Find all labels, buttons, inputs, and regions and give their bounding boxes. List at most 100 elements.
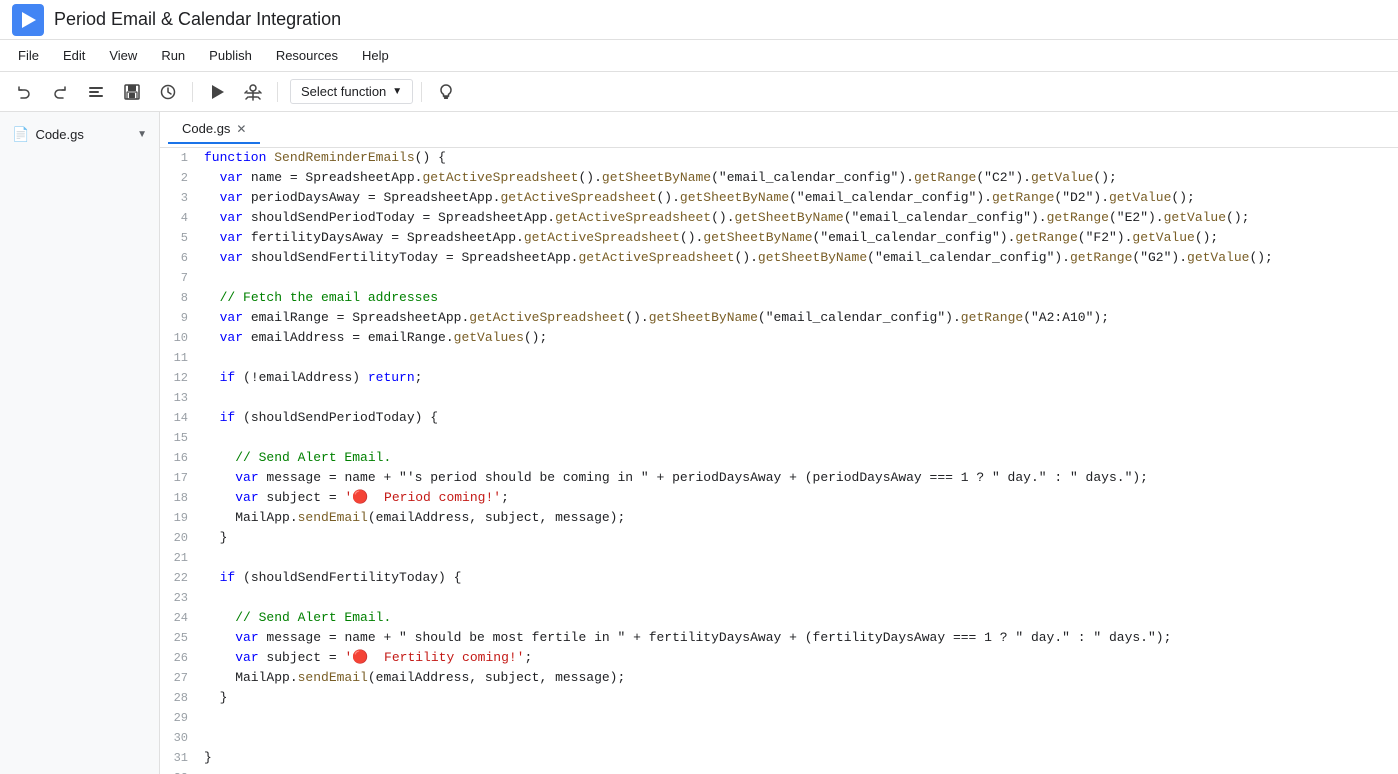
toolbar-separator-1 (192, 82, 193, 102)
line-content (200, 768, 1398, 774)
dropdown-arrow-icon: ▼ (392, 86, 402, 97)
line-number: 12 (160, 368, 200, 388)
code-editor[interactable]: 1function SendReminderEmails() {2 var na… (160, 148, 1398, 774)
line-number: 15 (160, 428, 200, 448)
tab-code-gs[interactable]: Code.gs ✕ (168, 115, 260, 144)
line-number: 19 (160, 508, 200, 528)
line-number: 26 (160, 648, 200, 668)
table-row: 18 var subject = '🔴 Period coming!'; (160, 488, 1398, 508)
toolbar-separator-3 (421, 82, 422, 102)
line-content (200, 428, 1398, 448)
redo-button[interactable] (44, 76, 76, 108)
toolbar: Select function ▼ (0, 72, 1398, 112)
line-content: var shouldSendPeriodToday = SpreadsheetA… (200, 208, 1398, 228)
undo-button[interactable] (8, 76, 40, 108)
sidebar-file-name: Code.gs (35, 127, 83, 142)
line-number: 31 (160, 748, 200, 768)
line-number: 21 (160, 548, 200, 568)
line-number: 25 (160, 628, 200, 648)
line-number: 20 (160, 528, 200, 548)
line-number: 1 (160, 148, 200, 168)
table-row: 22 if (shouldSendFertilityToday) { (160, 568, 1398, 588)
sidebar-item-code-gs[interactable]: 📄 Code.gs ▼ (0, 120, 159, 149)
menu-help[interactable]: Help (352, 44, 399, 67)
table-row: 9 var emailRange = SpreadsheetApp.getAct… (160, 308, 1398, 328)
line-content: var shouldSendFertilityToday = Spreadshe… (200, 248, 1398, 268)
line-content: var emailRange = SpreadsheetApp.getActiv… (200, 308, 1398, 328)
bulb-button[interactable] (430, 76, 462, 108)
line-number: 23 (160, 588, 200, 608)
table-row: 14 if (shouldSendPeriodToday) { (160, 408, 1398, 428)
line-content: // Fetch the email addresses (200, 288, 1398, 308)
table-row: 28 } (160, 688, 1398, 708)
line-content: if (shouldSendPeriodToday) { (200, 408, 1398, 428)
table-row: 29 (160, 708, 1398, 728)
line-number: 5 (160, 228, 200, 248)
line-content: } (200, 688, 1398, 708)
table-row: 20 } (160, 528, 1398, 548)
table-row: 11 (160, 348, 1398, 368)
select-function-label: Select function (301, 84, 386, 99)
menu-view[interactable]: View (99, 44, 147, 67)
line-content (200, 728, 1398, 748)
line-content: } (200, 748, 1398, 768)
line-content: var subject = '🔴 Fertility coming!'; (200, 648, 1398, 668)
table-row: 19 MailApp.sendEmail(emailAddress, subje… (160, 508, 1398, 528)
line-number: 24 (160, 608, 200, 628)
debug-button[interactable] (237, 76, 269, 108)
tabs-bar: Code.gs ✕ (160, 112, 1398, 148)
line-number: 30 (160, 728, 200, 748)
line-content: var emailAddress = emailRange.getValues(… (200, 328, 1398, 348)
tab-label: Code.gs (182, 121, 230, 136)
line-content: if (shouldSendFertilityToday) { (200, 568, 1398, 588)
line-content: } (200, 528, 1398, 548)
table-row: 3 var periodDaysAway = SpreadsheetApp.ge… (160, 188, 1398, 208)
menu-run[interactable]: Run (151, 44, 195, 67)
history-button[interactable] (152, 76, 184, 108)
save-button[interactable] (116, 76, 148, 108)
line-number: 9 (160, 308, 200, 328)
table-row: 12 if (!emailAddress) return; (160, 368, 1398, 388)
table-row: 16 // Send Alert Email. (160, 448, 1398, 468)
table-row: 31} (160, 748, 1398, 768)
table-row: 10 var emailAddress = emailRange.getValu… (160, 328, 1398, 348)
menu-edit[interactable]: Edit (53, 44, 95, 67)
editor-area: Code.gs ✕ 1function SendReminderEmails()… (160, 112, 1398, 774)
select-function-dropdown[interactable]: Select function ▼ (290, 79, 413, 104)
table-row: 25 var message = name + " should be most… (160, 628, 1398, 648)
menu-publish[interactable]: Publish (199, 44, 262, 67)
menu-resources[interactable]: Resources (266, 44, 348, 67)
line-content: // Send Alert Email. (200, 608, 1398, 628)
table-row: 2 var name = SpreadsheetApp.getActiveSpr… (160, 168, 1398, 188)
line-number: 2 (160, 168, 200, 188)
line-content: var name = SpreadsheetApp.getActiveSprea… (200, 168, 1398, 188)
line-content: MailApp.sendEmail(emailAddress, subject,… (200, 508, 1398, 528)
title-bar: Period Email & Calendar Integration (0, 0, 1398, 40)
line-number: 14 (160, 408, 200, 428)
line-content: var subject = '🔴 Period coming!'; (200, 488, 1398, 508)
line-number: 8 (160, 288, 200, 308)
sidebar: 📄 Code.gs ▼ (0, 112, 160, 774)
format-button[interactable] (80, 76, 112, 108)
line-number: 28 (160, 688, 200, 708)
code-table: 1function SendReminderEmails() {2 var na… (160, 148, 1398, 774)
table-row: 23 (160, 588, 1398, 608)
line-content (200, 268, 1398, 288)
run-button[interactable] (201, 76, 233, 108)
table-row: 15 (160, 428, 1398, 448)
menu-file[interactable]: File (8, 44, 49, 67)
line-number: 32 (160, 768, 200, 774)
line-content: var message = name + "'s period should b… (200, 468, 1398, 488)
line-content: function SendReminderEmails() { (200, 148, 1398, 168)
sidebar-expand-icon: ▼ (137, 129, 147, 140)
table-row: 24 // Send Alert Email. (160, 608, 1398, 628)
table-row: 5 var fertilityDaysAway = SpreadsheetApp… (160, 228, 1398, 248)
line-content (200, 388, 1398, 408)
app-title: Period Email & Calendar Integration (54, 9, 341, 30)
table-row: 30 (160, 728, 1398, 748)
table-row: 32 (160, 768, 1398, 774)
line-number: 4 (160, 208, 200, 228)
line-number: 13 (160, 388, 200, 408)
table-row: 27 MailApp.sendEmail(emailAddress, subje… (160, 668, 1398, 688)
tab-close-icon[interactable]: ✕ (236, 122, 246, 136)
